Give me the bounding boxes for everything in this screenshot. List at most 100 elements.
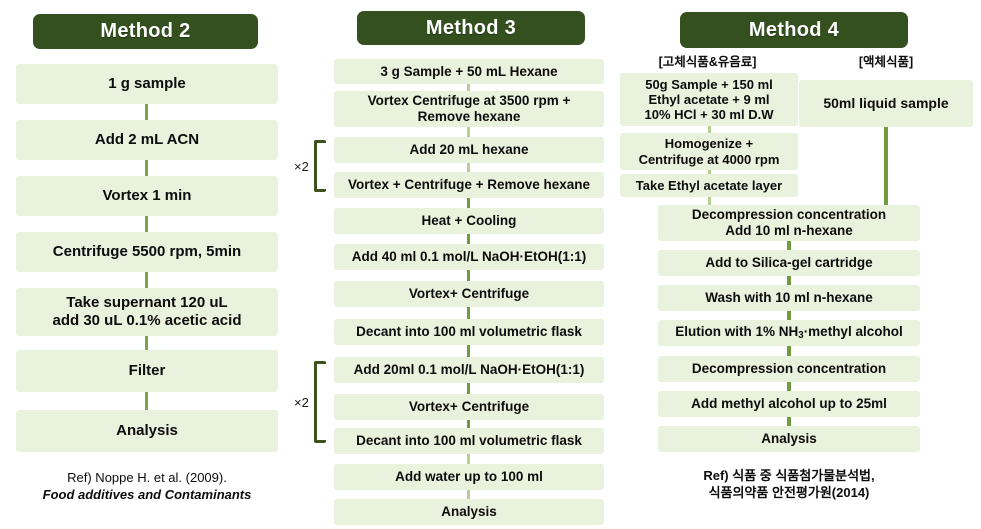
method-2-header: Method 2 (33, 14, 258, 49)
connector (145, 104, 148, 120)
method-2-step-2: Add 2 mL ACN (16, 120, 278, 160)
step-label: Add 20ml 0.1 mol/L NaOH·EtOH(1:1) (353, 362, 585, 378)
method-3-step-13: Analysis (334, 499, 604, 525)
step-label: Wash with 10 ml n-hexane (705, 290, 873, 306)
step-label: Decant into 100 ml volumetric flask (356, 324, 582, 340)
step-label: Vortex+ Centrifuge (408, 399, 530, 415)
step-label-line2: Remove hexane (417, 109, 521, 124)
connector (467, 270, 470, 281)
connector (145, 336, 148, 350)
step-label: Decant into 100 ml volumetric flask (356, 433, 582, 449)
connector (145, 272, 148, 288)
method-3-step-1: 3 g Sample + 50 mL Hexane (334, 59, 604, 84)
reference-line-1: Ref) Noppe H. et al. (2009). (67, 470, 227, 485)
step-label-line2: Ethyl acetate + 9 ml (648, 91, 770, 107)
step-label: 50ml liquid sample (823, 95, 949, 112)
method-3-step-2: Vortex Centrifuge at 3500 rpm + Remove h… (334, 91, 604, 127)
step-label-line2: add 30 uL 0.1% acetic acid (52, 312, 242, 329)
step-label: Centrifuge 5500 rpm, 5min (52, 243, 242, 261)
method-4-title: Method 4 (748, 18, 840, 41)
method-3-step-4: Vortex + Centrifuge + Remove hexane (334, 172, 604, 198)
connector (787, 382, 791, 391)
method-3-step-7: Vortex+ Centrifuge (334, 281, 604, 307)
connector (787, 276, 791, 285)
step-label: Decompression concentration (691, 361, 887, 377)
connector (787, 346, 791, 356)
connector (467, 234, 470, 244)
connector (467, 307, 470, 319)
method-2-step-3: Vortex 1 min (16, 176, 278, 216)
step-label: Add 20 mL hexane (409, 142, 529, 158)
step-label: Heat + Cooling (421, 213, 517, 229)
step-label-line2: Centrifuge at 4000 rpm (638, 151, 780, 167)
step-label: Elution with 1% NH3·methyl alcohol (675, 324, 903, 342)
connector (145, 216, 148, 232)
method-2-reference: Ref) Noppe H. et al. (2009). Food additi… (16, 470, 278, 504)
step-label: Add methyl alcohol up to 25ml (691, 396, 887, 412)
method-3-step-12: Add water up to 100 ml (334, 464, 604, 490)
connector (467, 163, 470, 172)
step-label: 1 g sample (108, 75, 186, 93)
method-2-step-5: Take supernant 120 uL add 30 uL 0.1% ace… (16, 288, 278, 336)
reference-line-2: Food additives and Contaminants (42, 486, 252, 502)
connector (467, 490, 470, 499)
connector (708, 197, 711, 205)
method-3-step-5: Heat + Cooling (334, 208, 604, 234)
connector (787, 241, 791, 250)
step-label-line1: Take supernant 120 uL (66, 294, 228, 312)
method-4-left-column-label: [고체식품&유음료] (658, 55, 757, 69)
connector (467, 420, 470, 428)
method-4-header: Method 4 (680, 12, 908, 48)
repeat-bracket-1 (314, 140, 326, 192)
method-3-step-9: Add 20ml 0.1 mol/L NaOH·EtOH(1:1) (334, 357, 604, 383)
connector (787, 417, 791, 426)
repeat-bracket-2 (314, 361, 326, 443)
step-label-line3: 10% HCl + 30 ml D.W (644, 107, 774, 123)
step-label: Filter (128, 362, 166, 380)
connector (708, 126, 711, 133)
method-3-step-6: Add 40 ml 0.1 mol/L NaOH·EtOH(1:1) (334, 244, 604, 270)
method-3-title: Method 3 (425, 16, 517, 39)
method-3-step-8: Decant into 100 ml volumetric flask (334, 319, 604, 345)
repeat-bracket-1-label: ×2 (294, 159, 309, 174)
method-2-title: Method 2 (100, 20, 191, 42)
method-4-right-column-label: [액체식품] (858, 55, 914, 69)
connector (145, 160, 148, 176)
method-4-left-step-2: Homogenize + Centrifuge at 4000 rpm (620, 133, 798, 170)
flowchart-canvas: Method 2 1 g sample Add 2 mL ACN Vortex … (0, 0, 981, 529)
method-4-merged-step-1: Decompression concentration Add 10 ml n-… (658, 205, 920, 241)
step-label-line1: Decompression concentration (691, 207, 887, 223)
method-2-step-7: Analysis (16, 410, 278, 452)
step-label-line1: Homogenize + (664, 136, 754, 152)
step-label: Vortex+ Centrifuge (408, 286, 530, 302)
step-label-line1: 50g Sample + 150 ml (645, 76, 773, 92)
connector-right-branch (884, 127, 888, 205)
method-4-merged-step-7: Analysis (658, 426, 920, 452)
step-label: Vortex 1 min (102, 187, 192, 205)
connector (145, 392, 148, 410)
method-3-header: Method 3 (357, 11, 585, 45)
step-label: Take Ethyl acetate layer (635, 177, 783, 193)
step-label: 3 g Sample + 50 mL Hexane (380, 63, 558, 79)
connector (467, 454, 470, 464)
connector (467, 127, 470, 137)
connector (467, 84, 470, 91)
method-4-merged-step-5: Decompression concentration (658, 356, 920, 382)
method-4-merged-step-2: Add to Silica-gel cartridge (658, 250, 920, 276)
method-4-left-step-3: Take Ethyl acetate layer (620, 174, 798, 197)
method-4-merged-step-4: Elution with 1% NH3·methyl alcohol (658, 320, 920, 346)
step-label-line2: Add 10 ml n-hexane (725, 223, 853, 238)
connector (467, 198, 470, 208)
method-2-step-1: 1 g sample (16, 64, 278, 104)
reference-line-2: 식품의약품 안전평가원(2014) (708, 484, 870, 500)
step-label: Analysis (116, 422, 178, 440)
connector (467, 345, 470, 357)
method-2-step-6: Filter (16, 350, 278, 392)
method-4-reference: Ref) 식품 중 식품첨가물분석법, 식품의약품 안전평가원(2014) (658, 468, 920, 502)
step-label: Analysis (761, 431, 817, 447)
method-3-step-11: Decant into 100 ml volumetric flask (334, 428, 604, 454)
reference-line-1: Ref) 식품 중 식품첨가물분석법, (703, 468, 875, 483)
repeat-bracket-2-label: ×2 (294, 395, 309, 410)
method-4-right-step-1: 50ml liquid sample (799, 80, 973, 127)
connector (467, 383, 470, 394)
